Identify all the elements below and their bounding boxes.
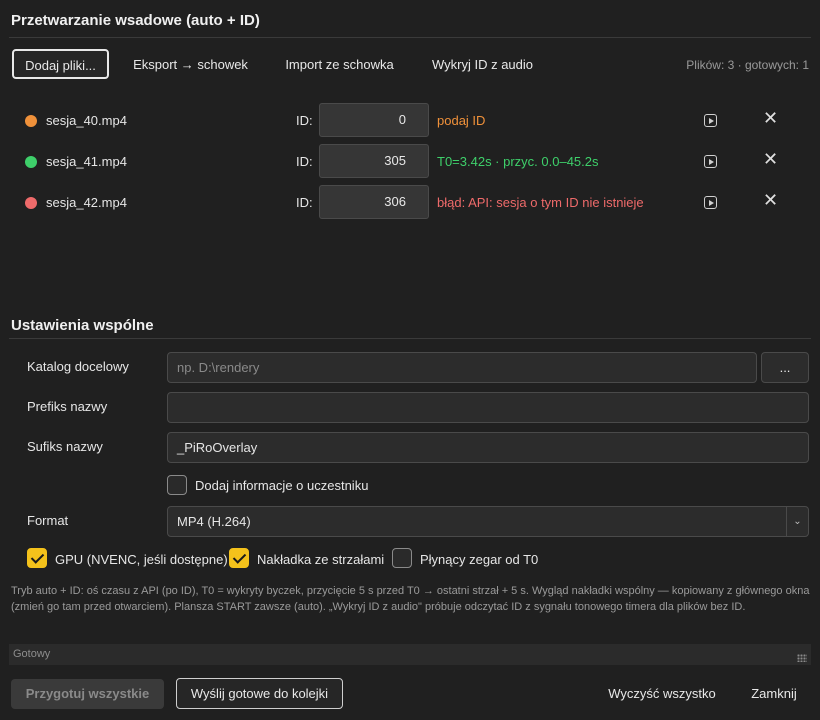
page-title: Przetwarzanie wsadowe (auto + ID): [11, 12, 260, 29]
close-icon[interactable]: ✕: [763, 190, 778, 211]
file-count-label: Plików: 3 · gotowych: 1: [686, 58, 809, 72]
export-clipboard-button[interactable]: Eksport → schowek: [124, 50, 257, 80]
file-row: sesja_42.mp4 ID: 306 błąd: API: sesja o …: [0, 185, 820, 221]
clock-checkbox[interactable]: [392, 548, 412, 568]
file-name: sesja_41.mp4: [46, 154, 127, 169]
status-dot: [25, 197, 37, 209]
play-icon[interactable]: [704, 155, 717, 168]
file-status: T0=3.42s · przyc. 0.0–45.2s: [437, 154, 599, 169]
clock-label: Płynący zegar od T0: [420, 552, 539, 567]
help-text: Tryb auto + ID: oś czasu z API (po ID), …: [11, 585, 810, 613]
chevron-down-icon: ⌄: [786, 507, 808, 536]
format-selected-value: MP4 (H.264): [177, 514, 251, 529]
clear-all-button[interactable]: Wyczyść wszystko: [602, 679, 722, 709]
browse-button[interactable]: ...: [761, 352, 809, 383]
prefix-input[interactable]: [167, 392, 809, 423]
suffix-input[interactable]: _PiRoOverlay: [167, 432, 809, 463]
header-divider: [9, 37, 811, 38]
file-status: błąd: API: sesja o tym ID nie istnieje: [437, 195, 644, 210]
participant-info-label: Dodaj informacje o uczestniku: [195, 478, 369, 493]
participant-info-checkbox[interactable]: [167, 475, 187, 495]
status-dot: [25, 156, 37, 168]
format-select[interactable]: MP4 (H.264) ⌄: [167, 506, 809, 537]
resize-grip-icon[interactable]: [797, 654, 807, 662]
id-label: ID:: [296, 154, 313, 169]
add-files-button[interactable]: Dodaj pliki...: [12, 49, 109, 79]
target-dir-input[interactable]: np. D:\rendery: [167, 352, 757, 383]
file-row: sesja_40.mp4 ID: 0 podaj ID ✕: [0, 103, 820, 139]
status-text: Gotowy: [13, 648, 51, 660]
file-row: sesja_41.mp4 ID: 305 T0=3.42s · przyc. 0…: [0, 144, 820, 180]
gpu-checkbox[interactable]: [27, 548, 47, 568]
gpu-label: GPU (NVENC, jeśli dostępne): [55, 552, 228, 567]
overlay-checkbox[interactable]: [229, 548, 249, 568]
detect-id-audio-button[interactable]: Wykryj ID z audio: [422, 50, 543, 80]
import-clipboard-button[interactable]: Import ze schowka: [275, 50, 404, 80]
file-status: podaj ID: [437, 113, 486, 128]
target-dir-placeholder: np. D:\rendery: [177, 360, 260, 375]
prepare-all-button[interactable]: Przygotuj wszystkie: [11, 679, 164, 709]
play-icon[interactable]: [704, 114, 717, 127]
suffix-label: Sufiks nazwy: [27, 439, 103, 454]
id-label: ID:: [296, 195, 313, 210]
file-name: sesja_40.mp4: [46, 113, 127, 128]
overlay-label: Nakładka ze strzałami: [257, 552, 385, 567]
close-icon[interactable]: ✕: [763, 149, 778, 170]
close-icon[interactable]: ✕: [763, 108, 778, 129]
play-icon[interactable]: [704, 196, 717, 209]
target-dir-label: Katalog docelowy: [27, 359, 129, 374]
id-label: ID:: [296, 113, 313, 128]
settings-title: Ustawienia wspólne: [11, 317, 154, 334]
send-ready-button[interactable]: Wyślij gotowe do kolejki: [176, 678, 343, 709]
status-dot: [25, 115, 37, 127]
file-name: sesja_42.mp4: [46, 195, 127, 210]
status-bar: Gotowy: [9, 644, 811, 665]
close-button[interactable]: Zamknij: [741, 679, 807, 709]
id-input[interactable]: 306: [319, 185, 429, 219]
format-label: Format: [27, 513, 69, 528]
id-input[interactable]: 0: [319, 103, 429, 137]
settings-divider: [9, 338, 811, 339]
id-input[interactable]: 305: [319, 144, 429, 178]
prefix-label: Prefiks nazwy: [27, 399, 108, 414]
